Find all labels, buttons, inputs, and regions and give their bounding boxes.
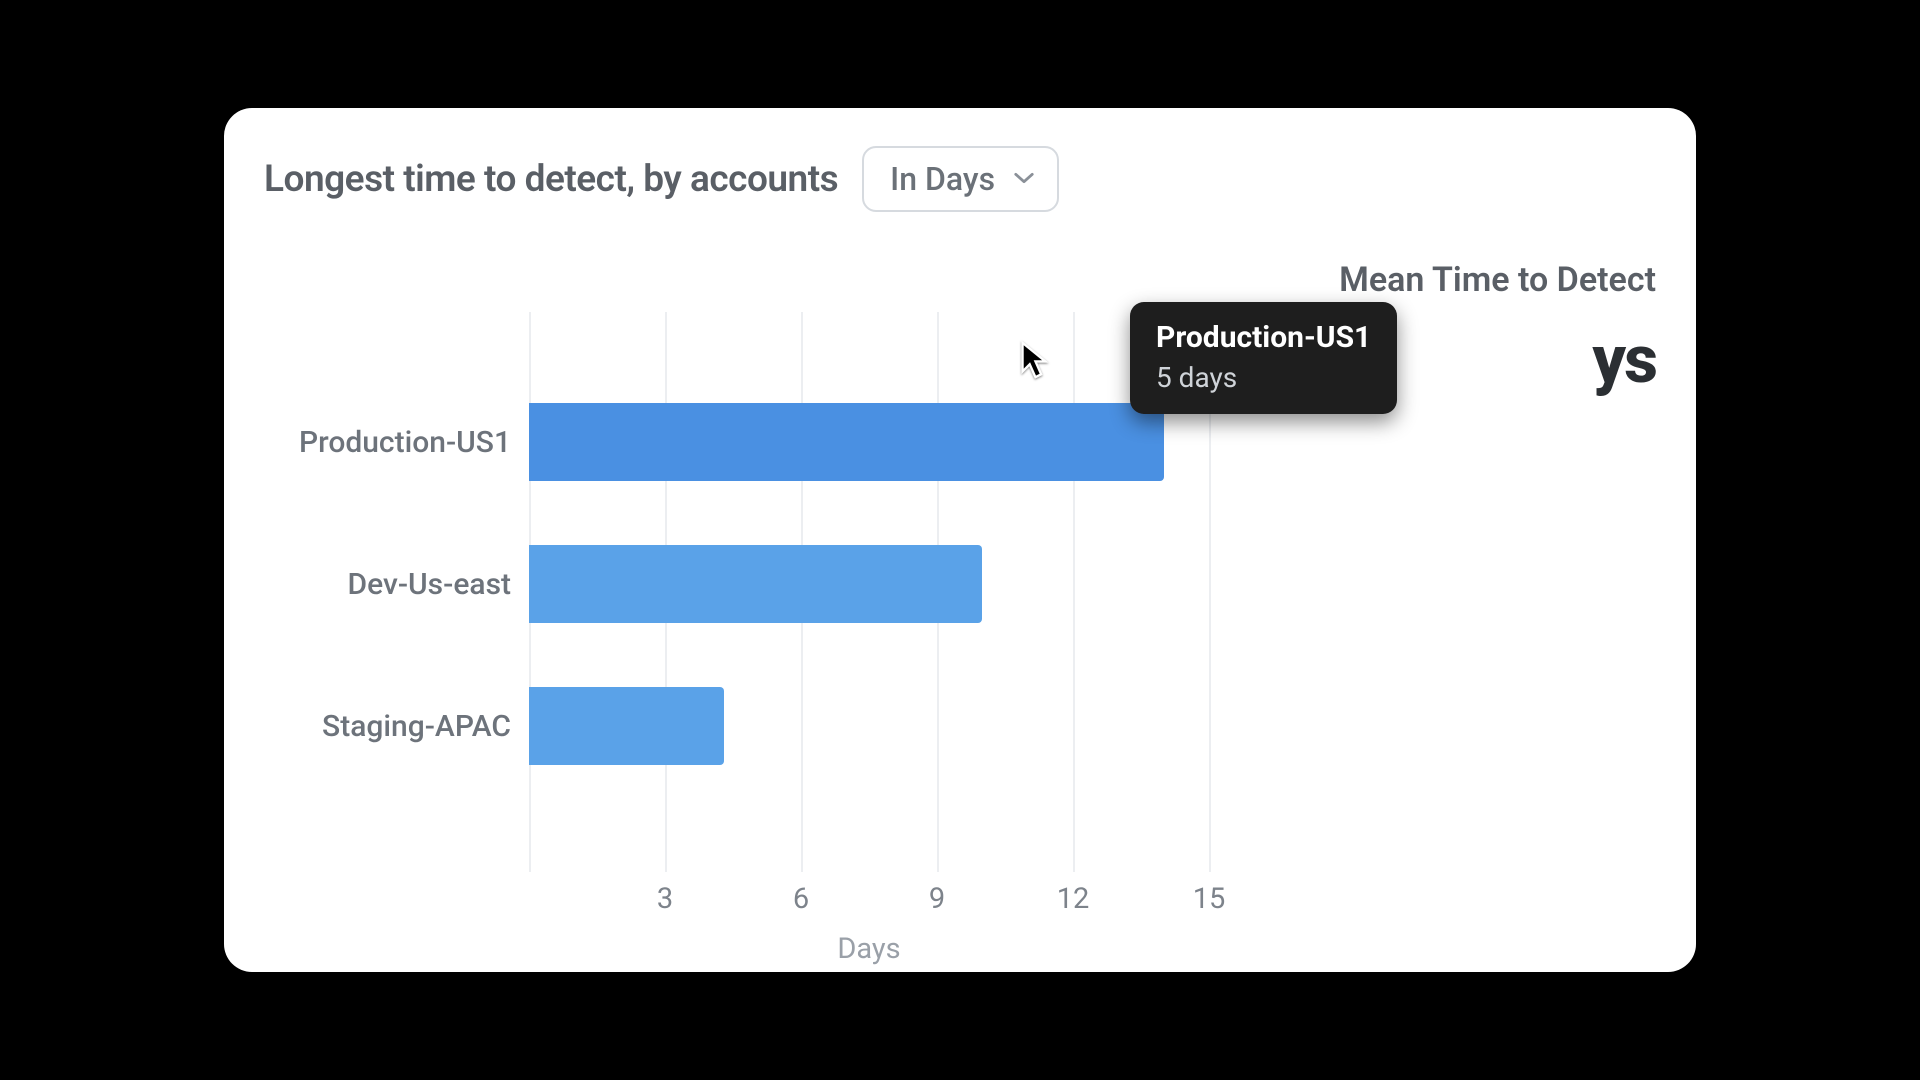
bar-row[interactable]: Production-US1	[529, 402, 1164, 482]
unit-selector[interactable]: In Days	[862, 146, 1059, 212]
chart-card: Longest time to detect, by accounts In D…	[224, 108, 1696, 972]
x-tick-label: 6	[793, 882, 809, 916]
plot-area[interactable]: Production-US1 Dev-Us-east Staging-APAC	[529, 312, 1209, 872]
x-tick-label: 9	[929, 882, 945, 916]
category-label: Dev-Us-east	[251, 567, 511, 602]
chart-title: Longest time to detect, by accounts	[264, 158, 838, 201]
tooltip-title: Production-US1	[1156, 320, 1371, 355]
bar-row[interactable]: Dev-Us-east	[529, 544, 982, 624]
chart-tooltip: Production-US1 5 days	[1130, 302, 1397, 414]
bar[interactable]	[529, 403, 1164, 481]
unit-selector-label: In Days	[890, 160, 995, 198]
x-axis-ticks: 3691215	[529, 882, 1209, 922]
category-label: Production-US1	[251, 425, 511, 460]
gridline	[1073, 312, 1075, 872]
x-axis-label: Days	[529, 932, 1209, 966]
bar[interactable]	[529, 545, 982, 623]
cursor-icon	[1019, 340, 1049, 380]
bar[interactable]	[529, 687, 724, 765]
x-tick-label: 15	[1193, 882, 1226, 916]
mean-time-stat-title: Mean Time to Detect	[1296, 260, 1656, 300]
category-label: Staging-APAC	[251, 709, 511, 744]
chevron-down-icon	[1013, 170, 1035, 189]
x-tick-label: 12	[1057, 882, 1090, 916]
tooltip-value: 5 days	[1156, 361, 1371, 394]
x-tick-label: 3	[657, 882, 673, 916]
card-header: Longest time to detect, by accounts In D…	[264, 146, 1656, 212]
bar-row[interactable]: Staging-APAC	[529, 686, 724, 766]
